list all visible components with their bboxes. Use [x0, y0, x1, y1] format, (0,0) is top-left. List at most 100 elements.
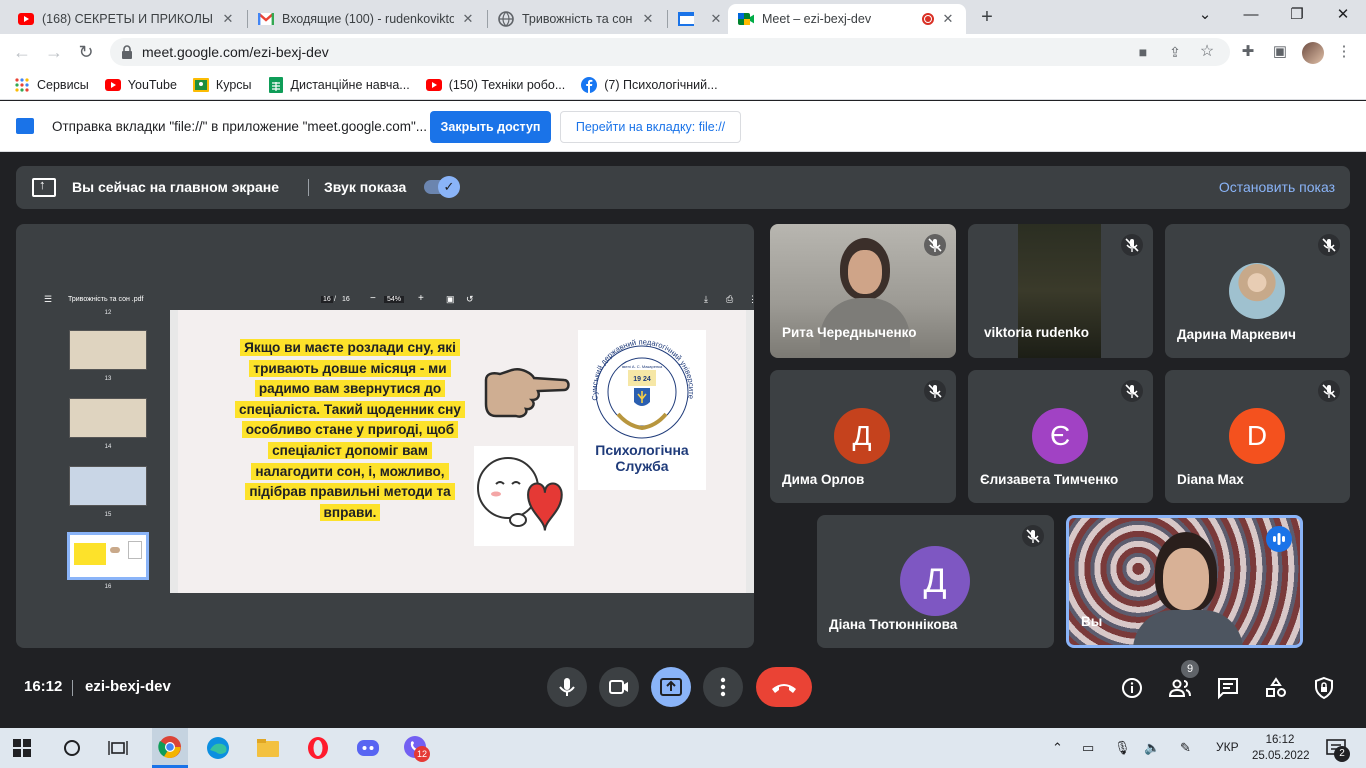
participant-tile[interactable]: Дарина Маркевич	[1165, 224, 1350, 358]
camera-button[interactable]	[599, 667, 639, 707]
chat-icon[interactable]	[1216, 676, 1240, 700]
minimize-button[interactable]: —	[1228, 0, 1274, 30]
bookmark-label: (7) Психологічний...	[604, 77, 718, 92]
present-screen-icon	[660, 678, 682, 696]
activities-icon[interactable]	[1264, 676, 1288, 700]
stop-presenting-link[interactable]: Остановить показ	[1219, 179, 1335, 195]
side-panel-icon[interactable]: ▣	[1270, 42, 1290, 62]
bookmark-psychology[interactable]: (7) Психологічний...	[581, 76, 718, 93]
task-view-icon[interactable]	[104, 734, 132, 762]
more-options-button[interactable]	[703, 667, 743, 707]
tab-youtube[interactable]: (168) СЕКРЕТЫ И ПРИКОЛЫ НО ✕	[8, 4, 246, 34]
avatar: Д	[900, 546, 970, 616]
edge-icon[interactable]	[204, 734, 232, 762]
tab-meet[interactable]: Meet – ezi-bexj-dev ✕	[728, 4, 966, 34]
check-icon[interactable]: ✓	[438, 176, 460, 198]
restore-button[interactable]: ❐	[1274, 0, 1320, 30]
close-tab-icon[interactable]: ✕	[640, 11, 656, 27]
bookmark-courses[interactable]: Курсы	[192, 77, 252, 93]
windows-start-icon[interactable]	[8, 734, 36, 762]
tab-search-icon[interactable]: ⌄	[1182, 0, 1228, 30]
participant-tile[interactable]: Рита Чередныченко	[770, 224, 956, 358]
battery-icon[interactable]: ▭	[1082, 740, 1094, 756]
zoom-out-icon[interactable]: −	[370, 293, 376, 304]
tab-pdf[interactable]: Тривожність та сон .pdf ✕	[488, 4, 666, 34]
search-icon[interactable]	[58, 734, 86, 762]
close-tab-icon[interactable]: ✕	[940, 11, 956, 27]
pdf-thumbnails: 12 13 14 15 16	[32, 310, 178, 593]
back-button[interactable]: ←	[10, 40, 34, 64]
mic-off-icon	[1121, 380, 1143, 402]
share-icon[interactable]: ⇪	[1166, 43, 1184, 61]
opera-icon[interactable]	[304, 734, 332, 762]
close-window-button[interactable]: ✕	[1320, 0, 1366, 30]
microphone-tray-icon[interactable]: 🎙	[1114, 740, 1131, 756]
address-bar[interactable]: meet.google.com/ezi-bexj-dev ■ ⇪ ☆	[110, 38, 1230, 66]
presenting-banner: Вы сейчас на главном экране Звук показа …	[16, 166, 1350, 209]
people-icon[interactable]	[1168, 676, 1192, 700]
show-hidden-icons[interactable]: ⌃	[1052, 740, 1063, 756]
self-view-tile[interactable]: Вы	[1066, 515, 1303, 648]
sidebar-scrollbar[interactable]	[170, 310, 178, 593]
participant-tile[interactable]: Є Єлизавета Тимченко	[968, 370, 1153, 503]
file-explorer-icon[interactable]	[254, 734, 282, 762]
participant-name: Діана Тютюннікова	[829, 617, 958, 632]
new-tab-button[interactable]: +	[976, 6, 998, 28]
stop-sharing-button[interactable]: Закрыть доступ	[430, 111, 551, 143]
clock-time: 16:12	[1265, 734, 1295, 746]
participant-tile[interactable]: viktoria rudenko	[968, 224, 1153, 358]
profile-avatar[interactable]	[1302, 42, 1324, 64]
forward-button[interactable]: →	[42, 40, 66, 64]
meeting-time: 16:12	[24, 678, 63, 695]
zoom-in-icon[interactable]: +	[418, 293, 424, 304]
rotate-icon[interactable]: ↺	[466, 294, 474, 305]
camera-icon[interactable]: ■	[1134, 43, 1152, 61]
participant-name: Вы	[1081, 614, 1103, 629]
tab-gmail[interactable]: Входящие (100) - rudenkoviktori ✕	[248, 4, 486, 34]
close-tab-icon[interactable]: ✕	[220, 11, 236, 27]
close-tab-icon[interactable]: ✕	[708, 11, 724, 27]
bookmark-star-icon[interactable]: ☆	[1198, 43, 1216, 61]
lock-icon	[122, 45, 132, 59]
present-screen-button[interactable]	[651, 667, 691, 707]
info-icon[interactable]	[1120, 676, 1144, 700]
host-controls-icon[interactable]	[1312, 676, 1336, 700]
menu-icon[interactable]: ⋮	[1334, 42, 1354, 62]
thumbnail-15[interactable]	[69, 466, 147, 506]
pdf-page-input[interactable]: 16	[321, 296, 333, 303]
pdf-menu-icon[interactable]: ☰	[44, 294, 52, 305]
participant-tile[interactable]: Д Дима Орлов	[770, 370, 956, 503]
bookmark-distance[interactable]: Дистанційне навча...	[268, 76, 410, 93]
thumbnail-16[interactable]	[67, 532, 149, 580]
taskbar-clock[interactable]: 16:12 25.05.2022	[1252, 732, 1310, 764]
close-tab-icon[interactable]: ✕	[460, 11, 476, 27]
participant-tile[interactable]: Д Діана Тютюннікова	[817, 515, 1054, 648]
fit-page-icon[interactable]: ▣	[446, 294, 455, 305]
thumb-label: 14	[104, 444, 112, 450]
discord-icon[interactable]	[354, 734, 382, 762]
reload-button[interactable]: ↻	[74, 40, 98, 64]
switch-to-tab-button[interactable]: Перейти на вкладку: file://	[560, 111, 741, 143]
leave-call-button[interactable]	[756, 667, 812, 707]
volume-icon[interactable]: 🔈	[1144, 740, 1160, 756]
participant-tile[interactable]: D Diana Max	[1165, 370, 1350, 503]
thumbnail-13[interactable]	[69, 330, 147, 370]
participant-name: Дарина Маркевич	[1177, 327, 1296, 342]
print-icon[interactable]: ⎙	[726, 294, 733, 305]
bookmark-youtube[interactable]: YouTube	[104, 77, 177, 93]
bookmark-techniques[interactable]: (150) Техніки робо...	[425, 77, 565, 93]
pdf-zoom-input[interactable]: 54%	[384, 296, 405, 303]
pen-icon[interactable]: ✎	[1180, 740, 1191, 756]
extensions-icon[interactable]: ✚	[1238, 42, 1258, 62]
language-indicator[interactable]: УКР	[1216, 740, 1239, 754]
tab-window[interactable]: ✕	[668, 4, 726, 34]
thumbnail-14[interactable]	[69, 398, 147, 438]
page-scrollbar[interactable]	[746, 310, 754, 593]
microphone-button[interactable]	[547, 667, 587, 707]
chrome-taskbar-icon[interactable]	[152, 728, 188, 768]
more-vert-icon	[720, 677, 726, 697]
bookmark-services[interactable]: Сервисы	[14, 77, 89, 93]
download-icon[interactable]: ⤓	[704, 294, 708, 305]
more-icon[interactable]: ⋮	[748, 294, 754, 305]
participant-name: viktoria rudenko	[984, 325, 1090, 340]
